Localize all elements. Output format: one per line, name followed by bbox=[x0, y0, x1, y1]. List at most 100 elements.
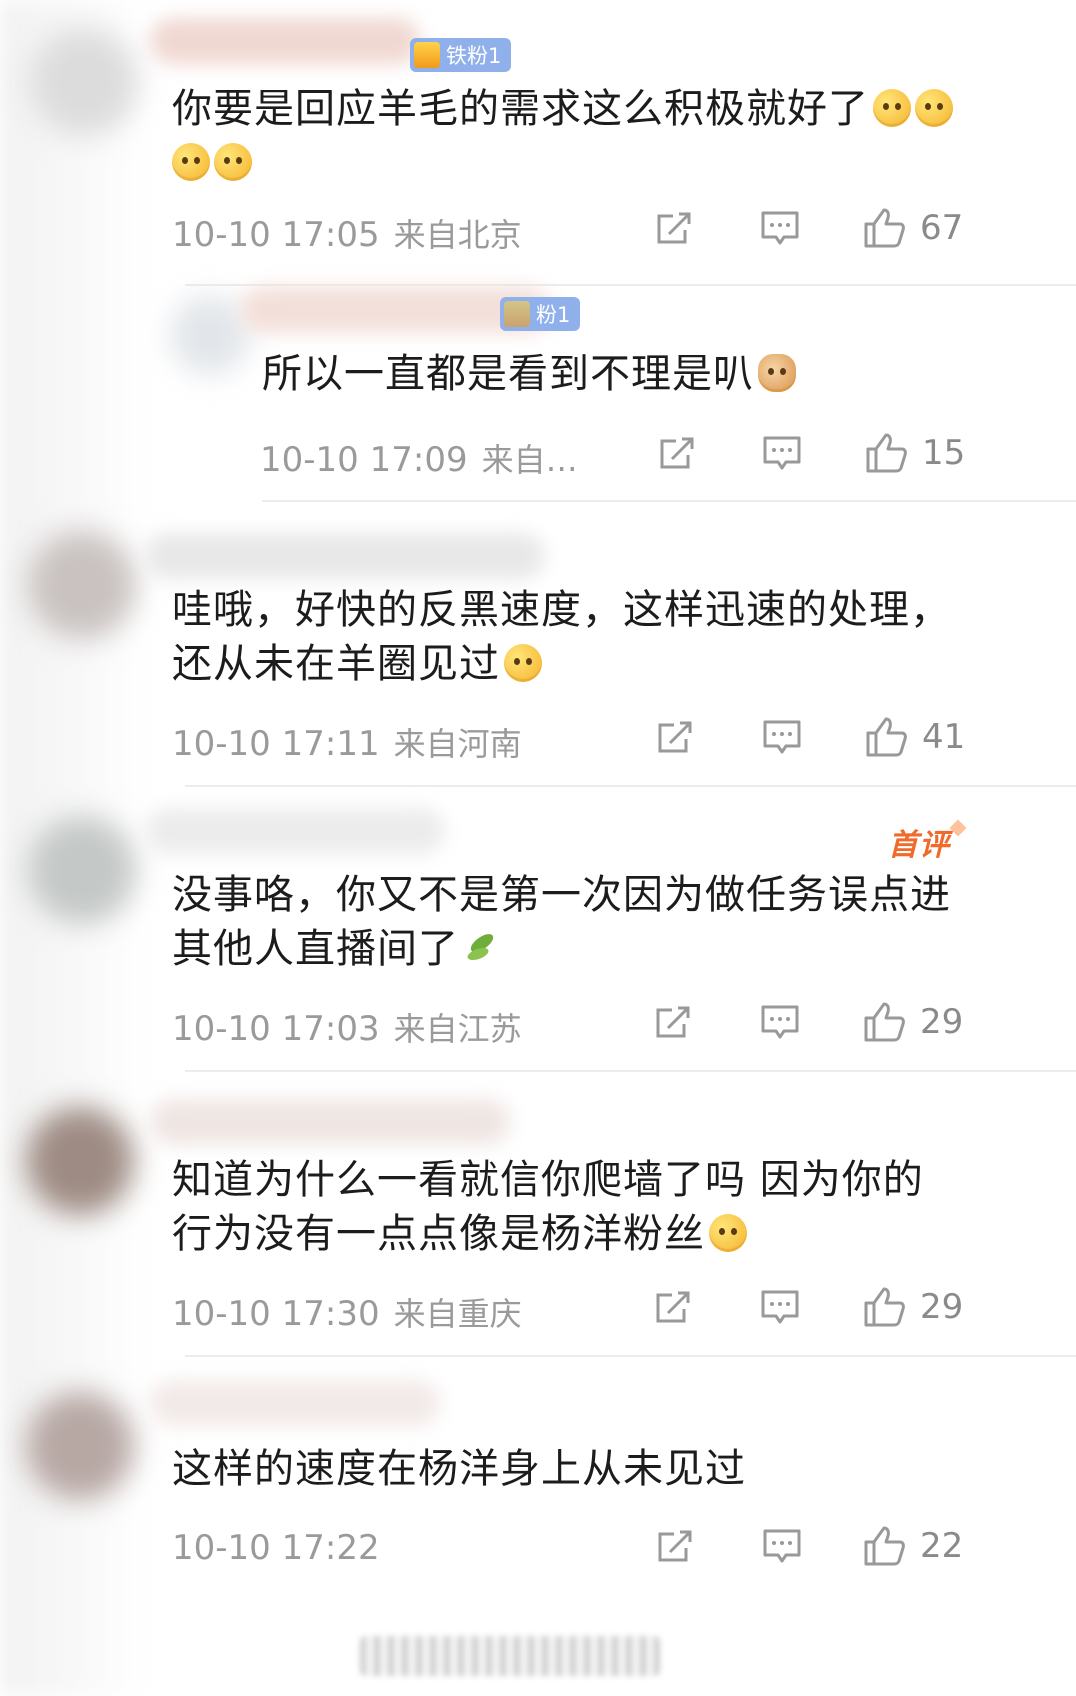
comment-item: 首评 没事咯，你又不是第一次因为做任务误点进 其他人直播间了 10-10 17:… bbox=[0, 786, 1076, 1070]
fan-badge-icon bbox=[414, 42, 440, 68]
repost-button[interactable] bbox=[655, 208, 695, 248]
repost-icon bbox=[658, 721, 692, 753]
comment-text-line-2: 其他人直播间了 bbox=[172, 920, 501, 978]
comment-text-line: 行为没有一点点像是杨洋粉丝 bbox=[172, 1211, 705, 1257]
comment-text-line: 你要是回应羊毛的需求这么积极就好了 bbox=[172, 86, 869, 132]
comment-text-line-2: 行为没有一点点像是杨洋粉丝 bbox=[172, 1205, 747, 1263]
comment-item: 铁粉1 你要是回应羊毛的需求这么积极就好了 10-10 17:05 来自北京 67 bbox=[0, 0, 1076, 285]
comment-time: 10-10 17:22 bbox=[172, 1528, 380, 1568]
comment-location: 来自江苏 bbox=[393, 1010, 522, 1048]
fan-badge-label: 粉1 bbox=[536, 303, 571, 327]
comment-meta: 10-10 17:09 来自… bbox=[260, 435, 578, 481]
repost-button[interactable] bbox=[658, 433, 698, 473]
comment-text: 知道为什么一看就信你爬墙了吗 因为你的 bbox=[172, 1151, 924, 1209]
comment-text-line: 知道为什么一看就信你爬墙了吗 因为你的 bbox=[172, 1157, 924, 1203]
pleading-emoji-icon bbox=[504, 644, 542, 682]
comment-button[interactable] bbox=[762, 719, 802, 757]
comment-button[interactable] bbox=[760, 1289, 800, 1327]
comment-icon bbox=[761, 211, 799, 245]
comment-text: 哇哦，好快的反黑速度，这样迅速的处理， bbox=[172, 581, 951, 639]
comment-location: 来自重庆 bbox=[393, 1295, 522, 1333]
repost-icon bbox=[658, 1530, 692, 1562]
comment-time: 10-10 17:30 bbox=[172, 1294, 380, 1334]
comment-time: 10-10 17:03 bbox=[172, 1009, 380, 1049]
comment-time: 10-10 17:05 bbox=[172, 215, 380, 255]
fan-badge-icon bbox=[504, 301, 530, 327]
comment-text: 所以一直都是看到不理是叭 bbox=[262, 345, 796, 403]
comment-button[interactable] bbox=[760, 1004, 800, 1042]
like-icon bbox=[866, 717, 907, 757]
comment-location: 来自北京 bbox=[393, 216, 522, 254]
like-icon bbox=[864, 1002, 905, 1042]
smile-emoji-icon bbox=[172, 143, 210, 181]
comment-text-line: 哇哦，好快的反黑速度，这样迅速的处理， bbox=[172, 587, 951, 633]
comment-item: 知道为什么一看就信你爬墙了吗 因为你的 行为没有一点点像是杨洋粉丝 10-10 … bbox=[0, 1071, 1076, 1355]
avatar[interactable] bbox=[26, 1392, 134, 1500]
repost-button[interactable] bbox=[656, 1526, 696, 1566]
comment-button[interactable] bbox=[762, 435, 802, 473]
username-redacted[interactable] bbox=[150, 1099, 510, 1145]
pleading-emoji-icon bbox=[915, 89, 953, 127]
like-count: 41 bbox=[922, 717, 966, 757]
like-count: 29 bbox=[920, 1287, 964, 1327]
comment-text-line: 其他人直播间了 bbox=[172, 926, 459, 972]
fan-badge[interactable]: 粉1 bbox=[500, 297, 581, 331]
fan-badge-label: 铁粉1 bbox=[446, 44, 502, 68]
like-icon bbox=[864, 208, 905, 248]
like-count: 29 bbox=[920, 1002, 964, 1042]
like-icon bbox=[866, 433, 907, 473]
thinking-emoji-icon bbox=[709, 1214, 747, 1252]
avatar[interactable] bbox=[28, 816, 136, 924]
comment-text-line: 所以一直都是看到不理是叭 bbox=[262, 351, 754, 397]
like-button[interactable]: 67 bbox=[862, 206, 963, 250]
comment-meta: 10-10 17:30 来自重庆 bbox=[172, 1289, 522, 1335]
like-button[interactable]: 41 bbox=[864, 715, 965, 759]
comment-icon bbox=[763, 1529, 801, 1563]
avatar[interactable] bbox=[30, 28, 138, 136]
plant-emoji-icon bbox=[463, 929, 501, 967]
comment-button[interactable] bbox=[760, 210, 800, 248]
username-redacted[interactable] bbox=[150, 1380, 440, 1426]
like-icon bbox=[864, 1287, 905, 1327]
comment-text: 没事咯，你又不是第一次因为做任务误点进 bbox=[172, 866, 951, 924]
like-count: 22 bbox=[920, 1526, 964, 1566]
repost-icon bbox=[660, 437, 694, 469]
like-count: 15 bbox=[922, 433, 966, 473]
username-redacted[interactable] bbox=[150, 18, 420, 64]
comment-text-line-2: 还从未在羊圈见过 bbox=[172, 635, 542, 693]
redacted-location-blur bbox=[360, 1636, 660, 1676]
comment-button[interactable] bbox=[762, 1528, 802, 1566]
comment-text-line: 没事咯，你又不是第一次因为做任务误点进 bbox=[172, 872, 951, 918]
repost-button[interactable] bbox=[654, 1287, 694, 1327]
like-icon bbox=[864, 1526, 905, 1566]
username-redacted[interactable] bbox=[145, 533, 545, 579]
comment-text-line-2 bbox=[172, 134, 252, 192]
comment-icon bbox=[763, 436, 801, 470]
dog-emoji-icon bbox=[758, 354, 796, 392]
comment-item: 粉1 所以一直都是看到不理是叭 10-10 17:09 来自… 15 bbox=[0, 285, 1076, 500]
comment-time: 10-10 17:11 bbox=[172, 724, 380, 764]
fan-badge[interactable]: 铁粉1 bbox=[410, 38, 512, 72]
repost-button[interactable] bbox=[654, 1002, 694, 1042]
like-button[interactable]: 29 bbox=[862, 1285, 963, 1329]
avatar[interactable] bbox=[26, 1107, 134, 1215]
comment-meta: 10-10 17:05 来自北京 bbox=[172, 210, 522, 256]
comment-text-line: 还从未在羊圈见过 bbox=[172, 641, 500, 687]
repost-button[interactable] bbox=[656, 717, 696, 757]
like-button[interactable]: 29 bbox=[862, 1000, 963, 1044]
comment-text-line: 这样的速度在杨洋身上从未见过 bbox=[172, 1446, 746, 1492]
comment-item: 哇哦，好快的反黑速度，这样迅速的处理， 还从未在羊圈见过 10-10 17:11… bbox=[0, 501, 1076, 785]
comment-location: 来自河南 bbox=[393, 725, 522, 763]
comment-meta: 10-10 17:03 来自江苏 bbox=[172, 1004, 522, 1050]
comment-meta: 10-10 17:22 bbox=[172, 1528, 394, 1568]
like-button[interactable]: 15 bbox=[864, 431, 965, 475]
repost-icon bbox=[656, 1291, 690, 1323]
repost-icon bbox=[657, 212, 691, 244]
pleading-emoji-icon bbox=[873, 89, 911, 127]
comment-location: 来自… bbox=[481, 441, 578, 479]
avatar[interactable] bbox=[28, 531, 136, 639]
like-button[interactable]: 22 bbox=[862, 1524, 963, 1568]
comment-icon bbox=[761, 1005, 799, 1039]
username-redacted[interactable] bbox=[145, 808, 445, 854]
avatar[interactable] bbox=[170, 295, 250, 375]
